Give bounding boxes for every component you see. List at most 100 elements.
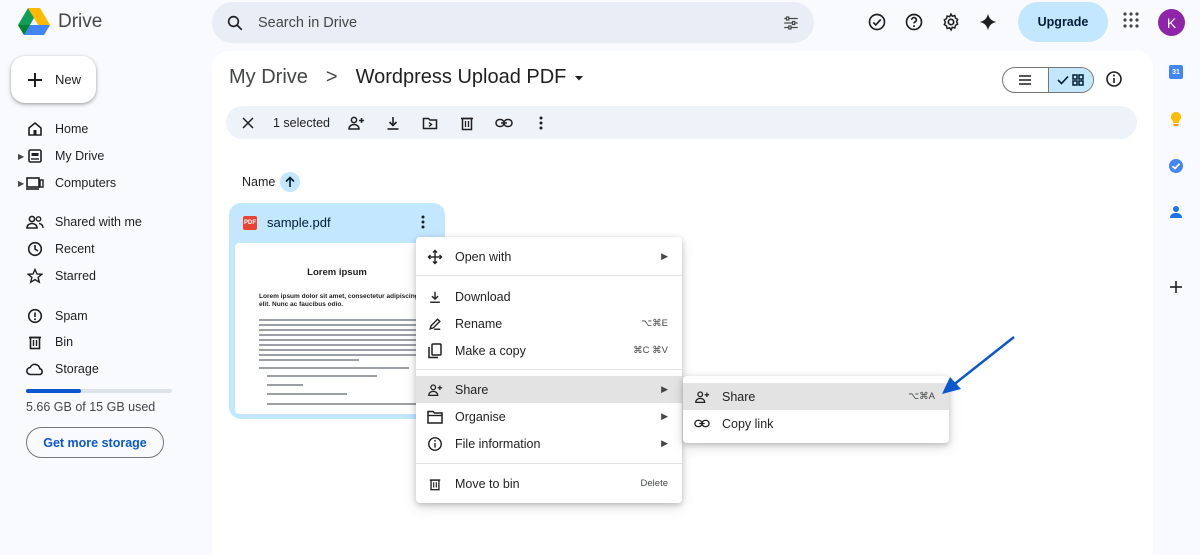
apps-grid-icon[interactable] [1122,11,1140,34]
file-more-actions-icon[interactable] [421,215,425,234]
storage-usage-text: 5.66 GB of 15 GB used [26,400,156,414]
menu-item-make-a-copy[interactable]: Make a copy ⌘C ⌘V [416,337,682,364]
download-icon[interactable] [381,111,405,135]
menu-item-download[interactable]: Download [416,283,682,310]
submenu-item-share[interactable]: Share ⌥⌘A [683,383,949,410]
contacts-app-icon[interactable] [1168,204,1184,220]
sidebar-item-label: Starred [55,269,96,283]
new-button[interactable]: New [11,56,96,103]
menu-item-label: Move to bin [455,476,520,491]
preview-text-line [267,375,377,377]
submenu-arrow-icon: ▶ [661,438,668,448]
menu-item-shortcut: ⌥⌘A [908,391,935,402]
calendar-app-icon[interactable]: 31 [1168,64,1184,80]
clock-icon [26,240,44,258]
menu-item-label: Download [455,289,511,304]
breadcrumb-separator: > [325,66,338,88]
sidebar-item-label: Bin [55,335,74,349]
storage-usage-fill [26,389,82,393]
link-icon[interactable] [492,111,516,135]
submenu-item-copy-link[interactable]: Copy link [683,410,949,437]
sidebar-item-starred[interactable]: Starred [18,265,96,287]
trash-icon[interactable] [455,111,479,135]
sidebar-item-my-drive[interactable]: ▶ My Drive [18,145,104,167]
offline-status-icon[interactable] [865,10,889,34]
sidebar-item-home[interactable]: Home [18,118,88,140]
share-person-add-icon[interactable] [344,111,368,135]
sidebar-item-bin[interactable]: Bin [18,331,73,353]
breadcrumb: My Drive > Wordpress Upload PDF [229,66,586,89]
account-avatar[interactable]: K [1158,9,1185,36]
menu-item-organise[interactable]: Organise ▶ [416,403,682,430]
menu-item-rename[interactable]: Rename ⌥⌘E [416,310,682,337]
sidebar-item-shared-with-me[interactable]: Shared with me [18,211,142,233]
submenu-arrow-icon: ▶ [661,384,668,394]
list-view-button[interactable] [1003,68,1048,92]
search-options-icon[interactable] [782,14,800,32]
share-submenu: Share ⌥⌘A Copy link [683,376,949,443]
breadcrumb-current-folder[interactable]: Wordpress Upload PDF [356,66,567,89]
menu-item-file-information[interactable]: File information ▶ [416,430,682,457]
preview-text-line [259,329,419,331]
search-input[interactable]: Search in Drive [258,15,782,31]
sidebar-item-computers[interactable]: ▶ Computers [18,172,116,194]
app-name: Drive [58,11,103,32]
file-card[interactable]: PDF sample.pdf Lorem ipsum Lorem ipsum d… [229,203,445,419]
preview-text-line [259,344,419,346]
menu-divider [416,369,682,370]
preview-text-line [259,324,419,326]
menu-item-label: Copy link [722,416,774,431]
preview-text-line [259,339,419,341]
help-icon[interactable] [902,10,926,34]
trash-icon [26,333,44,351]
upgrade-button[interactable]: Upgrade [1018,2,1108,42]
keep-app-icon[interactable] [1168,111,1184,127]
preview-text-line [259,349,419,351]
search-bar[interactable]: Search in Drive [212,2,814,43]
get-more-storage-button[interactable]: Get more storage [26,427,164,458]
menu-item-open-with[interactable]: Open with ▶ [416,243,682,270]
menu-item-share[interactable]: Share ▶ [416,376,682,403]
expand-caret-icon[interactable]: ▶ [18,179,24,188]
preview-title: Lorem ipsum [307,267,367,278]
details-info-icon[interactable] [1105,70,1123,93]
grid-view-icon [1072,74,1085,86]
menu-item-label: Share [455,382,489,397]
tasks-app-icon[interactable] [1168,158,1184,174]
menu-item-move-to-bin[interactable]: Move to bin Delete [416,470,682,497]
settings-gear-icon[interactable] [939,10,963,34]
info-icon [427,436,443,452]
selection-count: 1 selected [273,115,330,130]
more-actions-icon[interactable] [529,111,553,135]
menu-item-label: Make a copy [455,343,526,358]
selection-toolbar: 1 selected [226,106,1137,139]
menu-item-label: Open with [455,249,512,264]
move-to-folder-icon[interactable] [418,111,442,135]
name-header-label: Name [242,175,276,189]
expand-caret-icon[interactable]: ▶ [18,152,24,161]
trash-icon [427,476,443,492]
menu-item-label: Organise [455,409,506,424]
sidebar-item-label: Spam [55,309,88,323]
gemini-spark-icon[interactable] [976,10,1000,34]
name-column-header[interactable]: Name [242,172,301,192]
drive-logo[interactable]: Drive [18,8,102,36]
sidebar-item-storage[interactable]: Storage [18,358,99,380]
sidebar-item-label: Shared with me [55,215,142,229]
grid-view-button[interactable] [1047,68,1093,92]
clear-selection-icon[interactable] [236,111,260,135]
sort-ascending-icon[interactable] [280,172,301,192]
preview-text-line [267,403,417,405]
computers-icon [26,174,44,192]
caret-down-icon[interactable] [572,71,586,85]
sidebar-item-recent[interactable]: Recent [18,238,95,260]
add-app-plus-icon[interactable] [1168,279,1184,295]
menu-item-label: Rename [455,316,503,331]
check-icon [1057,75,1070,85]
preview-text-line [259,367,409,369]
sidebar-item-label: Storage [55,362,99,376]
sidebar-item-spam[interactable]: Spam [18,305,88,327]
breadcrumb-my-drive[interactable]: My Drive [229,66,308,89]
download-icon [427,289,443,305]
file-preview-thumbnail: Lorem ipsum Lorem ipsum dolor sit amet, … [235,243,439,414]
